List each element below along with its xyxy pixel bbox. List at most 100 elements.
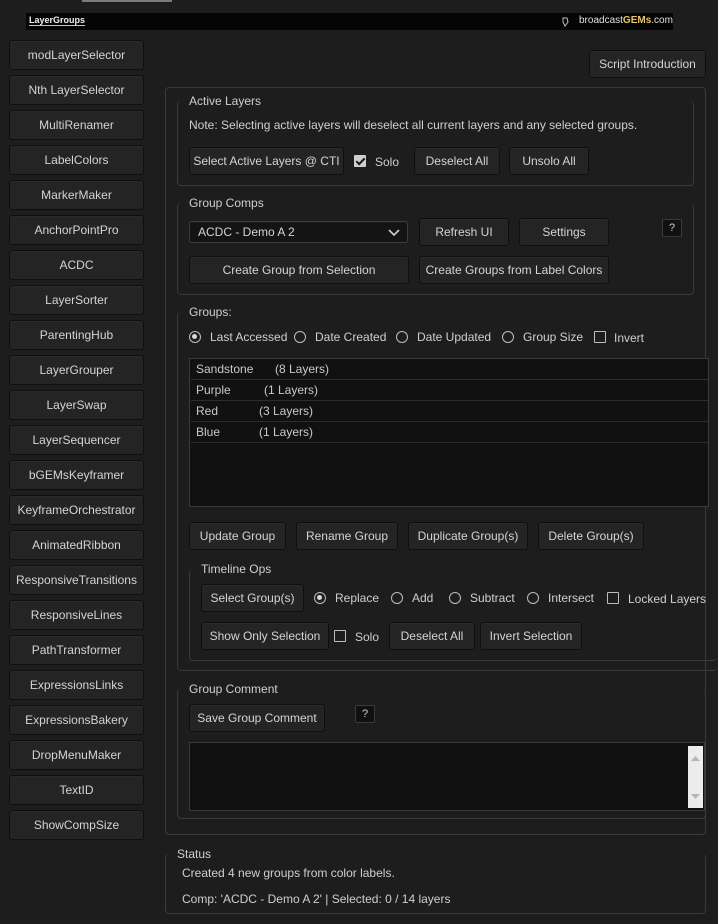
sidebar-item-animatedribbon[interactable]: AnimatedRibbon xyxy=(9,530,144,560)
settings-button[interactable]: Settings xyxy=(519,218,609,246)
status-line-2: Comp: 'ACDC - Demo A 2' | Selected: 0 / … xyxy=(182,892,451,906)
unsolo-all-button[interactable]: Unsolo All xyxy=(509,147,589,175)
sidebar-item-showcompsize[interactable]: ShowCompSize xyxy=(9,810,144,840)
op-subtract-radio[interactable] xyxy=(449,592,461,604)
rename-group-button[interactable]: Rename Group xyxy=(296,522,398,550)
sidebar-item-bgemskeyframer[interactable]: bGEMsKeyframer xyxy=(9,460,144,490)
logo-right: broadcastGEMs.com xyxy=(579,15,673,26)
logo-left: LayerGroups xyxy=(29,15,86,26)
refresh-ui-button[interactable]: Refresh UI xyxy=(419,218,509,246)
list-item[interactable]: Red (3 Layers) xyxy=(191,401,708,422)
sidebar-item-keyframeorchestrator[interactable]: KeyframeOrchestrator xyxy=(9,495,144,525)
active-layers-title: Active Layers xyxy=(189,94,262,108)
op-add-radio[interactable] xyxy=(391,592,403,604)
sidebar-item-layerswap[interactable]: LayerSwap xyxy=(9,390,144,420)
create-groups-from-label-colors-button[interactable]: Create Groups from Label Colors xyxy=(419,256,609,284)
solo-label: Solo xyxy=(375,155,400,169)
top-tab-indicator xyxy=(82,0,172,2)
groups-title: Groups: xyxy=(189,305,232,319)
logo-right-brand: GEMs xyxy=(622,15,652,26)
group-comment-title: Group Comment xyxy=(189,682,278,696)
group-name: Blue xyxy=(196,425,221,439)
group-name: Red xyxy=(196,404,219,418)
group-name: Purple xyxy=(196,383,231,397)
save-group-comment-button[interactable]: Save Group Comment xyxy=(189,704,325,732)
sidebar-item-pathtransformer[interactable]: PathTransformer xyxy=(9,635,144,665)
select-groups-button[interactable]: Select Group(s) xyxy=(201,584,304,612)
sidebar-item-expressionslinks[interactable]: ExpressionsLinks xyxy=(9,670,144,700)
comment-scrollbar[interactable] xyxy=(688,746,703,808)
solo-checkbox[interactable] xyxy=(354,155,366,167)
timeline-solo-checkbox[interactable] xyxy=(334,630,346,642)
sort-group-size-label: Group Size xyxy=(523,330,584,344)
sort-date-created-radio[interactable] xyxy=(294,331,306,343)
op-intersect-radio[interactable] xyxy=(527,592,539,604)
active-layers-note: Note: Selecting active layers will desel… xyxy=(189,118,638,132)
chevron-down-icon xyxy=(388,227,400,241)
sidebar-item-expressionsbakery[interactable]: ExpressionsBakery xyxy=(9,705,144,735)
sidebar-item-modlayerselector[interactable]: modLayerSelector xyxy=(9,40,144,70)
group-comment-help-button[interactable]: ? xyxy=(355,705,375,723)
sidebar-item-multirenamer[interactable]: MultiRenamer xyxy=(9,110,144,140)
sidebar-item-layersequencer[interactable]: LayerSequencer xyxy=(9,425,144,455)
scroll-up-arrow-icon[interactable] xyxy=(691,751,700,765)
locked-layers-checkbox[interactable] xyxy=(607,592,619,604)
script-introduction-button[interactable]: Script Introduction xyxy=(589,50,706,78)
invert-checkbox[interactable] xyxy=(594,331,606,343)
sort-group-size-radio[interactable] xyxy=(502,331,514,343)
group-layer-count: (3 Layers) xyxy=(259,404,314,418)
create-group-from-selection-button[interactable]: Create Group from Selection xyxy=(189,256,409,284)
header-banner: LayerGroups broadcastGEMs.com xyxy=(26,13,673,30)
comp-dropdown[interactable]: ACDC - Demo A 2 xyxy=(189,221,408,243)
op-replace-label: Replace xyxy=(335,591,380,605)
op-replace-radio[interactable] xyxy=(314,592,326,604)
op-subtract-label: Subtract xyxy=(470,591,515,605)
sidebar-item-nth-layerselector[interactable]: Nth LayerSelector xyxy=(9,75,144,105)
timeline-deselect-all-button[interactable]: Deselect All xyxy=(389,622,475,650)
list-item[interactable]: Sandstone (8 Layers) xyxy=(191,359,708,380)
group-layer-count: (1 Layers) xyxy=(264,383,319,397)
group-name: Sandstone xyxy=(196,362,254,376)
sidebar-item-labelcolors[interactable]: LabelColors xyxy=(9,145,144,175)
sidebar-item-dropmenumaker[interactable]: DropMenuMaker xyxy=(9,740,144,770)
list-item[interactable]: Purple (1 Layers) xyxy=(191,380,708,401)
show-only-selection-button[interactable]: Show Only Selection xyxy=(201,622,329,650)
scroll-down-arrow-icon[interactable] xyxy=(691,789,700,803)
sort-last-accessed-radio[interactable] xyxy=(189,331,201,343)
groups-list[interactable]: Sandstone (8 Layers) Purple (1 Layers) Red (3… xyxy=(189,358,709,507)
sidebar-item-layersorter[interactable]: LayerSorter xyxy=(9,285,144,315)
sidebar-item-responsivelines[interactable]: ResponsiveLines xyxy=(9,600,144,630)
sort-last-accessed-label: Last Accessed xyxy=(210,330,288,344)
comp-dropdown-value: ACDC - Demo A 2 xyxy=(198,225,295,239)
status-line-1: Created 4 new groups from color labels. xyxy=(182,866,395,880)
op-add-label: Add xyxy=(412,591,434,605)
group-comps-help-button[interactable]: ? xyxy=(662,219,682,237)
logo-right-prefix: broadcast xyxy=(579,15,623,26)
group-layer-count: (8 Layers) xyxy=(275,362,330,376)
op-intersect-label: Intersect xyxy=(548,591,595,605)
logo-right-suffix: .com xyxy=(651,15,673,26)
invert-selection-button[interactable]: Invert Selection xyxy=(480,622,582,650)
sort-date-updated-radio[interactable] xyxy=(396,331,408,343)
sidebar-item-markermaker[interactable]: MarkerMaker xyxy=(9,180,144,210)
update-group-button[interactable]: Update Group xyxy=(189,522,286,550)
list-item[interactable]: Blue (1 Layers) xyxy=(191,422,708,443)
delete-groups-button[interactable]: Delete Group(s) xyxy=(538,522,644,550)
group-comps-title: Group Comps xyxy=(189,196,264,210)
sidebar-item-parentinghub[interactable]: ParentingHub xyxy=(9,320,144,350)
group-comment-textarea[interactable] xyxy=(189,742,705,811)
sidebar-item-acdc[interactable]: ACDC xyxy=(9,250,144,280)
sidebar-item-anchorpointpro[interactable]: AnchorPointPro xyxy=(9,215,144,245)
sidebar-item-textid[interactable]: TextID xyxy=(9,775,144,805)
duplicate-groups-button[interactable]: Duplicate Group(s) xyxy=(408,522,528,550)
timeline-ops-title: Timeline Ops xyxy=(201,562,272,576)
sort-date-created-label: Date Created xyxy=(315,330,387,344)
locked-layers-label: Locked Layers xyxy=(628,592,707,606)
deselect-all-button[interactable]: Deselect All xyxy=(414,147,500,175)
sort-date-updated-label: Date Updated xyxy=(417,330,492,344)
select-active-layers-button[interactable]: Select Active Layers @ CTI xyxy=(189,147,344,175)
sidebar-item-layergrouper[interactable]: LayerGrouper xyxy=(9,355,144,385)
group-layer-count: (1 Layers) xyxy=(259,425,314,439)
sidebar-item-responsivetransitions[interactable]: ResponsiveTransitions xyxy=(9,565,144,595)
broadcastgems-logo-icon xyxy=(562,16,569,27)
